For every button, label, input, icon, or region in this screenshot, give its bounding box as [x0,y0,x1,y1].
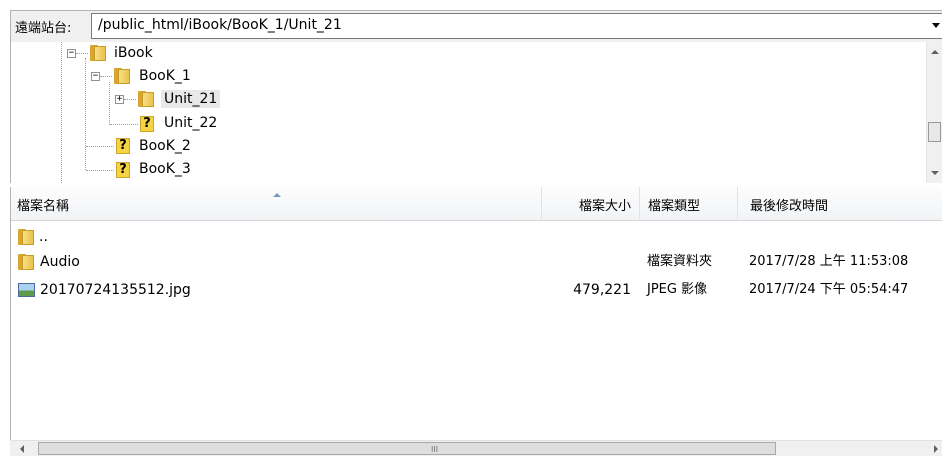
unknown-folder-icon: ? [116,138,130,154]
file-type: 檔案資料夾 [647,254,713,269]
tree-item-label[interactable]: Unit_22 [161,114,220,132]
remote-path-input[interactable]: /public_html/iBook/BooK_1/Unit_21 [91,13,942,39]
collapse-icon[interactable]: − [91,72,100,81]
scrollbar-thumb[interactable]: III [38,442,776,455]
tree-item-label[interactable]: Unit_21 [161,90,221,108]
column-header-name[interactable]: 檔案名稱 [17,187,537,221]
tree-connector [85,58,86,170]
file-list-row[interactable]: .. [11,225,942,249]
expand-icon[interactable]: + [115,95,124,104]
scrollbar-grip: III [431,445,439,454]
scroll-up-icon[interactable] [931,50,939,54]
tree-connector [61,42,62,183]
folder-icon [114,68,131,84]
file-modified: 2017/7/28 上午 11:53:08 [749,254,909,269]
file-list-row[interactable]: 20170724135512.jpg 479,221 JPEG 影像 2017/… [11,278,942,302]
remote-site-label: 遠端站台: [15,21,72,36]
column-header-modified[interactable]: 最後修改時間 [737,187,942,221]
tree-connector [86,146,114,147]
image-file-icon [18,283,35,297]
folder-icon [90,45,107,61]
scroll-right-icon[interactable] [934,445,938,453]
file-list-row[interactable]: Audio 檔案資料夾 2017/7/28 上午 11:53:08 [11,250,942,274]
tree-connector [76,53,88,54]
folder-icon [18,229,35,245]
remote-file-list: 檔案名稱 檔案大小 檔案類型 最後修改時間 .. Audio 檔案資料夾 201… [10,187,942,456]
file-list-horizontal-scrollbar[interactable]: III [10,440,942,456]
file-modified: 2017/7/24 下午 05:54:47 [749,282,909,297]
tree-connector [124,99,136,100]
scrollbar-thumb[interactable] [928,122,941,142]
tree-item-label[interactable]: BooK_2 [136,137,194,155]
tree-item-label[interactable]: BooK_1 [136,67,194,85]
column-header-type[interactable]: 檔案類型 [639,187,737,221]
folder-icon [138,91,155,107]
unknown-folder-icon: ? [116,162,130,178]
file-name: .. [39,229,48,245]
file-size: 479,221 [573,282,631,298]
tree-connector [110,124,138,125]
tree-connector [86,170,114,171]
file-name: 20170724135512.jpg [40,282,191,298]
file-name: Audio [40,254,80,270]
unknown-folder-icon: ? [140,116,154,132]
tree-item-label[interactable]: BooK_3 [136,160,194,178]
tree-connector [109,82,110,125]
tree-vertical-scrollbar[interactable] [926,42,942,183]
file-size [541,250,631,274]
folder-icon [18,254,35,270]
remote-directory-tree: − iBook − BooK_1 + Unit_21 ? Unit_22 ? B… [10,42,942,183]
tree-item-label[interactable]: iBook [111,44,156,62]
column-header-size[interactable]: 檔案大小 [541,187,635,221]
chevron-down-icon[interactable] [932,23,940,28]
scroll-left-icon[interactable] [20,445,24,453]
file-type: JPEG 影像 [647,282,708,297]
remote-site-bar: 遠端站台: /public_html/iBook/BooK_1/Unit_21 [10,10,942,42]
collapse-icon[interactable]: − [67,49,76,58]
file-list-header: 檔案名稱 檔案大小 檔案類型 最後修改時間 [11,187,942,221]
scroll-down-icon[interactable] [931,171,939,175]
tree-connector [100,76,112,77]
